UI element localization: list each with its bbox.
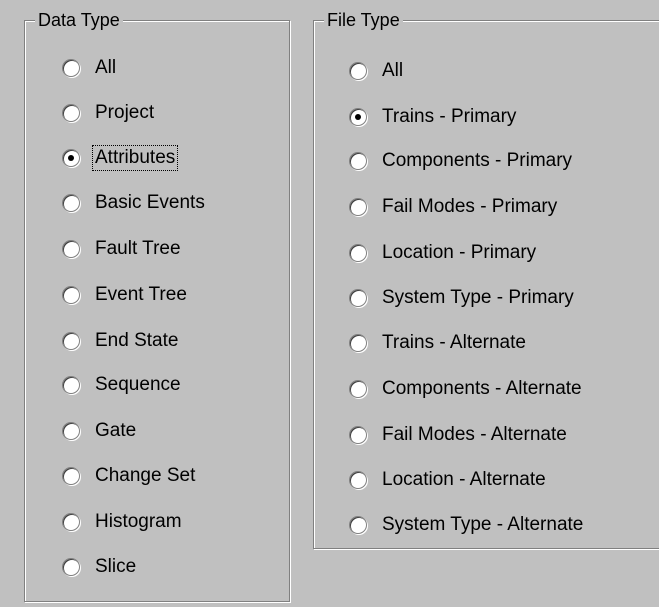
data-type-radio-gate[interactable]: Gate: [62, 418, 138, 444]
radio-button-icon[interactable]: [349, 516, 367, 534]
radio-button-icon[interactable]: [62, 376, 80, 394]
file-type-radio-all[interactable]: All: [349, 58, 405, 84]
data-type-radio-label: Fault Tree: [95, 238, 181, 259]
file-type-radio-trains-primary[interactable]: Trains - Primary: [349, 104, 518, 130]
radio-button-icon[interactable]: [62, 240, 80, 258]
radio-button-icon[interactable]: [62, 558, 80, 576]
radio-button-icon[interactable]: [349, 244, 367, 262]
file-type-radio-system-type-alternate[interactable]: System Type - Alternate: [349, 512, 585, 538]
file-type-radio-label: Fail Modes - Alternate: [382, 424, 567, 445]
radio-button-icon[interactable]: [62, 149, 80, 167]
file-type-radio-label: Trains - Alternate: [382, 332, 526, 353]
data-type-radio-histogram[interactable]: Histogram: [62, 509, 184, 535]
file-type-radio-label: System Type - Alternate: [382, 514, 584, 535]
file-type-radio-location-alternate[interactable]: Location - Alternate: [349, 467, 548, 493]
radio-button-icon[interactable]: [62, 286, 80, 304]
radio-button-icon[interactable]: [62, 467, 80, 485]
data-type-radio-slice[interactable]: Slice: [62, 554, 138, 580]
data-type-radio-label: Gate: [95, 420, 137, 441]
file-type-groupbox: File Type All Trains - Primary Components …: [313, 8, 659, 549]
radio-button-icon[interactable]: [349, 471, 367, 489]
data-type-radio-basic-events[interactable]: Basic Events: [62, 190, 207, 216]
file-type-title: File Type: [324, 8, 403, 32]
radio-button-icon[interactable]: [349, 108, 367, 126]
data-type-radio-label: Attributes: [91, 145, 179, 171]
radio-button-icon[interactable]: [62, 332, 80, 350]
data-type-radio-sequence[interactable]: Sequence: [62, 372, 183, 398]
radio-button-icon[interactable]: [62, 513, 80, 531]
data-type-radio-label: Basic Events: [95, 192, 205, 213]
radio-button-icon[interactable]: [62, 422, 80, 440]
data-type-radio-end-state[interactable]: End State: [62, 328, 180, 354]
radio-button-icon[interactable]: [349, 426, 367, 444]
data-type-radio-label: Sequence: [95, 374, 181, 395]
data-type-groupbox: Data Type All Project Attributes Basic Even…: [24, 8, 290, 602]
data-type-radio-fault-tree[interactable]: Fault Tree: [62, 236, 183, 262]
data-type-radio-label: All: [95, 57, 117, 78]
file-type-radio-system-type-primary[interactable]: System Type - Primary: [349, 285, 576, 311]
file-type-radio-fail-modes-primary[interactable]: Fail Modes - Primary: [349, 194, 559, 220]
data-type-radio-label: Event Tree: [95, 284, 187, 305]
data-type-title: Data Type: [35, 8, 123, 32]
file-type-radio-label: Fail Modes - Primary: [382, 196, 558, 217]
data-type-radio-event-tree[interactable]: Event Tree: [62, 282, 189, 308]
file-type-radio-label: Trains - Primary: [382, 106, 517, 127]
data-type-radio-all[interactable]: All: [62, 55, 118, 81]
data-type-radio-attributes[interactable]: Attributes: [62, 145, 179, 171]
radio-button-icon[interactable]: [349, 289, 367, 307]
data-type-radio-label: End State: [95, 330, 179, 351]
data-type-radio-project[interactable]: Project: [62, 100, 156, 126]
data-type-radio-label: Change Set: [95, 465, 196, 486]
file-type-radio-location-primary[interactable]: Location - Primary: [349, 240, 538, 266]
radio-button-icon[interactable]: [349, 152, 367, 170]
file-type-radio-trains-alternate[interactable]: Trains - Alternate: [349, 330, 528, 356]
file-type-radio-label: System Type - Primary: [382, 287, 574, 308]
file-type-radio-label: Location - Alternate: [382, 469, 546, 490]
file-type-radio-label: Components - Alternate: [382, 378, 582, 399]
radio-button-icon[interactable]: [349, 380, 367, 398]
radio-button-icon[interactable]: [349, 62, 367, 80]
radio-button-icon[interactable]: [62, 194, 80, 212]
file-type-radio-components-primary[interactable]: Components - Primary: [349, 148, 574, 174]
file-type-radio-components-alternate[interactable]: Components - Alternate: [349, 376, 584, 402]
data-type-radio-label: Histogram: [95, 511, 182, 532]
radio-button-icon[interactable]: [62, 104, 80, 122]
radio-button-icon[interactable]: [349, 334, 367, 352]
data-type-radio-label: Slice: [95, 556, 137, 577]
radio-button-icon[interactable]: [62, 59, 80, 77]
data-type-radio-change-set[interactable]: Change Set: [62, 463, 197, 489]
data-type-radio-label: Project: [95, 102, 155, 123]
file-type-radio-fail-modes-alternate[interactable]: Fail Modes - Alternate: [349, 422, 569, 448]
radio-button-icon[interactable]: [349, 198, 367, 216]
file-type-radio-label: All: [382, 60, 404, 81]
file-type-radio-label: Location - Primary: [382, 242, 537, 263]
file-type-radio-label: Components - Primary: [382, 150, 573, 171]
